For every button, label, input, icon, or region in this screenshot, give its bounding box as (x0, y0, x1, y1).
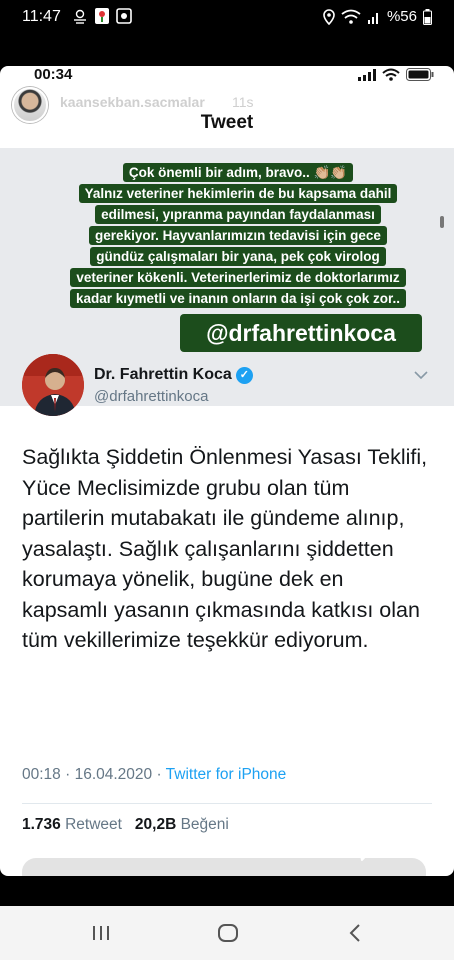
wifi-icon (341, 9, 361, 24)
tweet-time: 00:18 (22, 766, 61, 783)
battery-percent: %56 (386, 8, 417, 25)
ios-status-bar: 00:34 (0, 66, 454, 84)
notification-icons (72, 7, 132, 25)
scrollbar[interactable] (440, 216, 444, 228)
home-icon (218, 924, 238, 942)
author-avatar[interactable] (22, 354, 84, 416)
page-title: Tweet (200, 112, 254, 133)
cell-signal-icon (358, 68, 376, 81)
story-card[interactable]: 00:34 kaansekban.sacmalar 11s Tweet Çok … (0, 66, 454, 876)
mention-sticker[interactable]: @drfahrettinkoca (180, 314, 422, 352)
caption-line: Çok önemli bir adım, bravo.. 👏🏼👏🏼 (50, 162, 426, 183)
divider (22, 803, 432, 804)
cloud-sun-icon (74, 9, 86, 24)
battery-icon (423, 8, 432, 25)
home-button[interactable] (213, 920, 243, 946)
caption-line: Yalnız veteriner hekimlerin de bu kapsam… (50, 183, 426, 204)
meta-separator: · (152, 766, 166, 783)
tweet-stats: 1.736 Retweet 20,2B Beğeni (22, 816, 229, 834)
ios-status-icons (358, 68, 434, 81)
tweet-text: Sağlıkta Şiddetin Önlenmesi Yasası Tekli… (22, 445, 428, 652)
recent-apps-button[interactable] (86, 920, 116, 946)
chevron-down-icon[interactable] (414, 368, 428, 382)
tweet-source-link[interactable]: Twitter for iPhone (166, 766, 287, 783)
app-flower-icon (95, 8, 109, 24)
send-message-icon[interactable] (348, 836, 376, 864)
author-name-text[interactable]: Dr. Fahrettin Koca (94, 366, 232, 384)
status-right: %56 (323, 8, 432, 25)
meta-separator: · (60, 766, 75, 783)
more-options-icon[interactable] (424, 838, 430, 858)
signal-icon (367, 12, 378, 24)
retweet-label[interactable]: Retweet (65, 816, 122, 833)
author-photo (22, 354, 84, 416)
author-handle[interactable]: @drfahrettinkoca (94, 388, 208, 405)
story-username[interactable]: kaansekban.sacmalar (60, 94, 205, 110)
like-count[interactable]: 20,2B (135, 816, 176, 833)
status-time: 11:47 (22, 8, 61, 25)
app-square-icon (116, 8, 132, 24)
story-time-ago: 11s (232, 94, 254, 110)
recent-apps-icon (93, 926, 109, 940)
verified-badge-icon: ✓ (235, 366, 253, 384)
tweet-metadata: 00:18 · 16.04.2020 · Twitter for iPhone (22, 766, 286, 784)
caption-line: veteriner kökenli. Veterinerlerimiz de d… (50, 267, 426, 288)
like-label[interactable]: Beğeni (181, 816, 229, 833)
caption-line: edilmesi, yıpranma payından faydalanması (50, 204, 426, 225)
caption-line: gerekiyor. Hayvanlarımızın tedavisi için… (50, 225, 426, 246)
android-status-bar: 11:47 %56 (0, 0, 454, 36)
retweet-count[interactable]: 1.736 (22, 816, 61, 833)
navigation-bar (0, 906, 454, 960)
ios-status-time: 00:34 (34, 66, 73, 83)
location-icon (323, 8, 335, 25)
caption-line: kadar kıymetli ve inanın onların da işi … (50, 288, 426, 309)
author-name[interactable]: Dr. Fahrettin Koca ✓ (94, 366, 253, 384)
back-icon (349, 924, 360, 942)
ios-wifi-icon (382, 68, 400, 81)
story-header: kaansekban.sacmalar 11s Tweet (0, 84, 454, 144)
tweet-date: 16.04.2020 (74, 766, 153, 783)
caption-line: gündüz çalışmaları bir yana, pek çok vir… (50, 246, 426, 267)
story-caption: Çok önemli bir adım, bravo.. 👏🏼👏🏼 Yalnız… (50, 162, 426, 309)
back-button[interactable] (340, 920, 370, 946)
ios-battery-icon (406, 68, 434, 81)
